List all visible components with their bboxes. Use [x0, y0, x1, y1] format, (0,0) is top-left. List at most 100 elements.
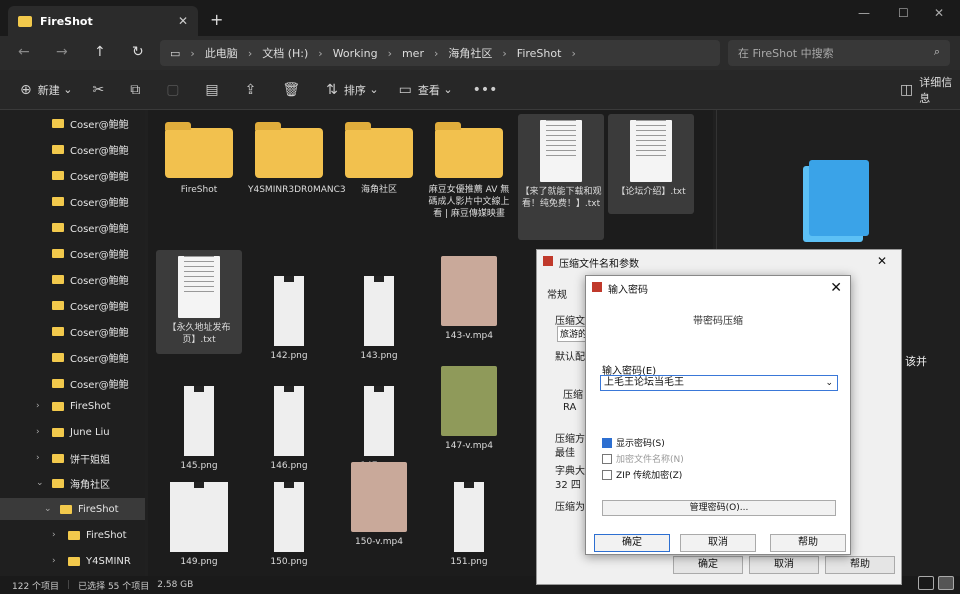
copy-button[interactable]: ⧉ [124, 82, 146, 98]
file-item[interactable]: 142.png [246, 250, 332, 362]
chevron-right-icon[interactable]: › [52, 530, 64, 540]
sidebar-item[interactable]: › 饼干姐姐 [0, 447, 145, 469]
chevron-right-icon[interactable]: › [52, 556, 64, 566]
sidebar-item[interactable]: Coser@鲍鲍 [0, 138, 145, 160]
chevron-right-icon[interactable]: › [36, 453, 48, 463]
window-close-icon[interactable]: ✕ [934, 6, 944, 20]
password-input[interactable]: 上毛王论坛当毛王 ⌄ [600, 375, 838, 391]
rar-radio[interactable]: RA [563, 402, 576, 413]
tiles-view-icon[interactable] [938, 576, 954, 590]
up-icon[interactable]: ↑ [94, 44, 106, 60]
manage-passwords-button[interactable]: 管理密码(O)... [602, 500, 836, 516]
new-button[interactable]: ⊕ 新建 ⌄ [14, 82, 72, 98]
delete-button[interactable]: 🗑 [276, 82, 306, 98]
show-password-checkbox[interactable]: 显示密码(S) [602, 436, 665, 449]
breadcrumb-item[interactable]: 文档 (H:) [262, 45, 308, 61]
help-button[interactable]: 帮助 [770, 534, 846, 552]
archive-cancel-button[interactable]: 取消 [749, 556, 819, 574]
paste-button[interactable]: ▢ [160, 82, 185, 98]
file-item[interactable]: 【来了就能下载和观看！纯免费！】.txt [518, 114, 604, 240]
more-button[interactable]: ••• [467, 82, 504, 98]
minimize-icon[interactable]: — [858, 6, 870, 20]
cancel-button[interactable]: 取消 [680, 534, 756, 552]
dictionary-label: 字典大 [555, 466, 585, 477]
preview-text: 该并 [905, 355, 927, 368]
breadcrumb-item[interactable]: 此电脑 [205, 45, 238, 61]
sidebar-item[interactable]: Coser@鲍鲍 [0, 190, 145, 212]
file-name: 150.png [270, 557, 308, 567]
details-pane-icon: ◫ [900, 81, 914, 98]
folder-icon [52, 170, 64, 180]
view-button[interactable]: ▭ 查看 ⌄ [393, 82, 453, 98]
tab-fireshot[interactable]: FireShot ✕ [8, 6, 198, 36]
sidebar-item[interactable]: Coser@鲍鲍 [0, 294, 145, 316]
search-input[interactable]: 在 FireShot 中搜索 ⌕ [728, 40, 950, 66]
sidebar-item[interactable]: Coser@鲍鲍 [0, 268, 145, 290]
breadcrumb-item[interactable]: mer [402, 47, 424, 60]
chevron-down-icon[interactable]: ⌄ [36, 478, 48, 488]
monitor-icon: ▭ [170, 46, 181, 60]
new-tab-icon[interactable]: + [210, 10, 223, 29]
rename-button[interactable]: ▤ [199, 82, 224, 98]
breadcrumb-item[interactable]: FireShot [517, 47, 562, 60]
sidebar-item[interactable]: › Y4SMINR [0, 550, 145, 572]
forward-icon[interactable]: → [56, 44, 68, 60]
sidebar-item[interactable]: Coser@鲍鲍 [0, 346, 145, 368]
breadcrumb-item[interactable]: Working [333, 47, 378, 60]
file-name: 143-v.mp4 [445, 331, 493, 341]
close-icon[interactable]: ✕ [830, 280, 842, 296]
file-item[interactable]: 149.png [156, 456, 242, 568]
file-item[interactable]: 【论坛介绍】.txt [608, 114, 694, 214]
sidebar-item[interactable]: › June Liu [0, 421, 145, 443]
file-item[interactable]: 150-v.mp4 [336, 456, 422, 548]
sidebar-item[interactable]: Coser@鲍鲍 [0, 320, 145, 342]
archive-help-button[interactable]: 帮助 [825, 556, 895, 574]
file-item[interactable]: 海角社区 [336, 116, 422, 196]
sidebar-item[interactable]: Coser@鲍鲍 [0, 242, 145, 264]
sidebar-item[interactable]: Coser@鲍鲍 [0, 112, 145, 134]
refresh-icon[interactable]: ↻ [132, 44, 144, 60]
file-item[interactable]: 麻豆女優推薦 AV 無碼成人影片中文線上看 | 麻豆傳媒映畫 [426, 116, 512, 220]
archive-ok-button[interactable]: 确定 [673, 556, 743, 574]
more-icon: ••• [472, 81, 498, 98]
back-icon[interactable]: ← [18, 44, 30, 60]
breadcrumb[interactable]: ▭ › 此电脑 › 文档 (H:) › Working › mer › 海角社区… [160, 40, 720, 66]
file-item[interactable]: FireShot [156, 116, 242, 196]
ok-button[interactable]: 确定 [594, 534, 670, 552]
details-view-icon[interactable] [918, 576, 934, 590]
password-value: 上毛王论坛当毛王 [604, 377, 684, 388]
encrypt-names-checkbox[interactable]: 加密文件名称(N) [602, 452, 684, 465]
close-icon[interactable]: ✕ [877, 254, 887, 268]
file-item[interactable]: 151.png [426, 456, 512, 568]
sidebar-item[interactable]: ⌄ 海角社区 [0, 472, 145, 494]
sort-button[interactable]: ⇅ 排序 ⌄ [320, 82, 378, 98]
file-item[interactable]: 143.png [336, 250, 422, 362]
file-item[interactable]: 【永久地址发布页】.txt [156, 250, 242, 354]
maximize-icon[interactable]: ☐ [898, 6, 909, 20]
breadcrumb-item[interactable]: 海角社区 [448, 45, 492, 61]
chevron-right-icon[interactable]: › [36, 401, 48, 411]
dictionary-value[interactable]: 32 四 [555, 476, 581, 491]
close-icon[interactable]: ✕ [178, 14, 188, 28]
sidebar-item[interactable]: Coser@鲍鲍 [0, 216, 145, 238]
tab-general[interactable]: 常规 [547, 286, 567, 301]
file-name: 150-v.mp4 [355, 537, 403, 547]
video-thumbnail [441, 366, 497, 436]
file-item[interactable]: 143-v.mp4 [426, 250, 512, 342]
file-item[interactable]: Y4SMINR3DR0MANC3 [246, 116, 346, 196]
method-value[interactable]: 最佳 [555, 444, 575, 459]
sidebar-item[interactable]: › FireShot [0, 524, 145, 546]
chevron-down-icon[interactable]: ⌄ [825, 376, 833, 390]
share-button[interactable]: ⇪ [239, 82, 263, 98]
cut-button[interactable]: ✂ [86, 82, 110, 98]
file-item[interactable]: 150.png [246, 456, 332, 568]
details-button[interactable]: ◫ 详细信息 [894, 74, 960, 106]
zip-legacy-checkbox[interactable]: ZIP 传统加密(Z) [602, 468, 682, 481]
sidebar-item[interactable]: › FireShot [0, 395, 145, 417]
sidebar-item[interactable]: Coser@鲍鲍 [0, 372, 145, 394]
sidebar-item-selected[interactable]: ⌄ FireShot [0, 498, 145, 520]
sidebar-item[interactable]: Coser@鲍鲍 [0, 164, 145, 186]
chevron-down-icon[interactable]: ⌄ [44, 504, 56, 514]
file-item[interactable]: 147-v.mp4 [426, 360, 512, 452]
chevron-right-icon[interactable]: › [36, 427, 48, 437]
